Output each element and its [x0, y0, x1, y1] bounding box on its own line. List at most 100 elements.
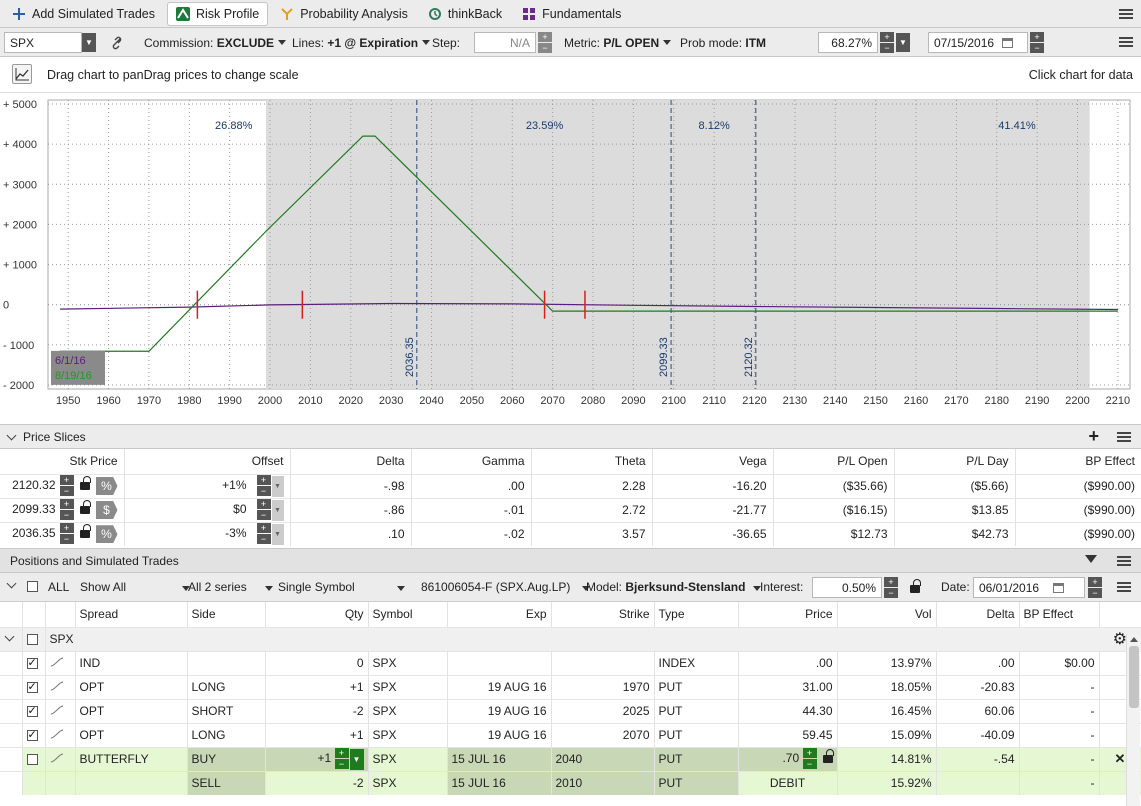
- expand-all-chevron-icon[interactable]: [6, 578, 17, 589]
- lock-icon[interactable]: [79, 524, 91, 539]
- interest-up-button[interactable]: +: [884, 577, 898, 587]
- sim-cell-qty[interactable]: -2: [353, 776, 364, 790]
- sim-curve-icon[interactable]: [45, 770, 76, 795]
- toolbar-menu-icon[interactable]: [1119, 37, 1133, 47]
- interest-down-button[interactable]: −: [884, 588, 898, 598]
- model-date-input[interactable]: 06/01/2016: [973, 577, 1085, 598]
- offset-stepper[interactable]: + −: [256, 523, 271, 545]
- symbol-input[interactable]: SPX: [4, 32, 82, 53]
- tab-fundamentals[interactable]: Fundamentals: [514, 2, 629, 26]
- series-filter[interactable]: All 2 series: [188, 580, 273, 594]
- position-row[interactable]: OPTSHORT-2SPX19 AUG 162025PUT44.3016.45%…: [0, 698, 1141, 723]
- offset-stepper[interactable]: + −: [256, 475, 271, 497]
- model-selector[interactable]: Model: Bjerksund-Stensland: [586, 580, 762, 594]
- price-slice-row[interactable]: 2120.32 + −% +1% + − ▼ -.98.00 2.28 -16.20 ($35.66…: [0, 473, 1141, 498]
- date-up-button[interactable]: +: [1030, 31, 1044, 42]
- tab-probability-analysis[interactable]: Probability Analysis: [272, 2, 416, 26]
- analyze-curve-icon[interactable]: [45, 698, 76, 723]
- collapse-chevron-icon[interactable]: [6, 430, 17, 440]
- sim-cell-type[interactable]: PUT: [654, 770, 739, 795]
- analyze-curve-icon[interactable]: [45, 674, 76, 699]
- stk-stepper[interactable]: + −: [59, 499, 74, 521]
- sim-cell-price[interactable]: DEBIT: [770, 776, 805, 790]
- group-chevron-icon[interactable]: [4, 631, 15, 642]
- scroll-thumb[interactable]: [1128, 646, 1139, 708]
- sim-cell-side[interactable]: SELL: [187, 770, 266, 795]
- show-all-filter[interactable]: Show All: [80, 580, 191, 594]
- row-checkbox[interactable]: [26, 728, 38, 742]
- step-input[interactable]: N/A: [474, 32, 537, 53]
- prob-mode-setting[interactable]: Prob mode: ITM: [680, 32, 835, 53]
- metric-setting[interactable]: Metric: P/L OPEN: [564, 32, 672, 53]
- sim-cell-side[interactable]: BUY: [187, 746, 266, 771]
- collapse-panel-icon[interactable]: [1085, 555, 1097, 563]
- interest-input[interactable]: 0.50%: [812, 577, 882, 598]
- lock-icon[interactable]: [79, 500, 91, 514]
- group-row-spx[interactable]: SPX ⚙: [0, 626, 1141, 651]
- link-icon[interactable]: [110, 32, 124, 53]
- position-row[interactable]: IND0SPXINDEX.0013.97%.00$0.00: [0, 650, 1141, 675]
- sim-cell-price[interactable]: .70: [782, 751, 799, 765]
- percent-down-button[interactable]: −: [880, 42, 894, 53]
- price-slices-menu-icon[interactable]: [1117, 432, 1131, 442]
- sim-cell-strike[interactable]: 2040: [551, 746, 655, 771]
- account-selector[interactable]: 861006054-F (SPX.Aug.LP): [421, 580, 591, 594]
- price-slice-row[interactable]: 2036.35 + −% -3% + − ▼ .10 -.02 3.57 -36.65 $12.73 $…: [0, 521, 1141, 546]
- price-slices-header[interactable]: Price Slices +: [0, 424, 1141, 449]
- tab-risk-profile[interactable]: Risk Profile: [167, 1, 269, 26]
- row-checkbox[interactable]: [26, 680, 38, 694]
- risk-profile-chart[interactable]: 1950 1960 1970 1980 1990 2000 2010 2020 2030 2040…: [0, 93, 1141, 413]
- date-input[interactable]: 07/15/2016: [928, 32, 1028, 53]
- price-slice-row[interactable]: 2099.33 + − $ $0 + − ▼ -.86 -.01 2.72 -21.77 ($16.15…: [0, 497, 1141, 522]
- sim-curve-icon[interactable]: [45, 746, 76, 771]
- lines-setting[interactable]: Lines: +1 @ Expiration: [292, 32, 431, 53]
- add-slice-button[interactable]: +: [1088, 427, 1099, 445]
- interest-lock-icon[interactable]: [910, 579, 921, 593]
- offset-dropdown-icon[interactable]: ▼: [271, 523, 284, 545]
- sim-cell-strike[interactable]: 2010: [551, 770, 655, 795]
- price-stepper[interactable]: + −: [802, 748, 817, 770]
- scroll-up-icon[interactable]: [1129, 637, 1138, 642]
- sim-row-checkbox[interactable]: [26, 754, 38, 766]
- offset-dropdown-icon[interactable]: ▼: [271, 499, 284, 521]
- sim-cell-type[interactable]: PUT: [654, 746, 739, 771]
- percent-up-button[interactable]: +: [880, 31, 894, 42]
- qty-stepper[interactable]: + −: [334, 748, 349, 770]
- row-checkbox[interactable]: [26, 656, 38, 670]
- step-up-button[interactable]: +: [538, 31, 553, 42]
- offset-stepper[interactable]: + −: [256, 499, 271, 521]
- position-row[interactable]: OPTLONG+1SPX19 AUG 162070PUT59.4515.09%-…: [0, 722, 1141, 747]
- commission-setting[interactable]: Commission: EXCLUDE: [144, 32, 287, 53]
- model-calendar-icon[interactable]: [1053, 582, 1065, 593]
- stk-stepper[interactable]: + −: [59, 475, 74, 497]
- offset-unit-tag[interactable]: %: [95, 525, 118, 544]
- symbol-dropdown-icon[interactable]: ▼: [82, 33, 96, 52]
- lock-icon[interactable]: [79, 476, 91, 490]
- offset-unit-tag[interactable]: $: [95, 501, 118, 519]
- offset-dropdown-icon[interactable]: ▼: [271, 475, 284, 497]
- tab-add-simulated-trades[interactable]: Add Simulated Trades: [4, 2, 163, 26]
- analyze-curve-icon[interactable]: [45, 722, 76, 747]
- single-symbol-filter[interactable]: Single Symbol: [278, 580, 405, 594]
- stk-stepper[interactable]: + −: [59, 523, 74, 545]
- step-down-button[interactable]: −: [538, 42, 553, 53]
- position-row[interactable]: OPTLONG+1SPX19 AUG 161970PUT31.0018.05%-…: [0, 674, 1141, 699]
- analyze-curve-icon[interactable]: [45, 650, 76, 675]
- calendar-icon[interactable]: [1002, 37, 1014, 48]
- tab-thinkback[interactable]: thinkBack: [420, 2, 510, 26]
- chart-type-icon[interactable]: [12, 64, 32, 84]
- qty-dropdown-icon[interactable]: ▼: [349, 748, 364, 770]
- positions-scrollbar[interactable]: [1126, 634, 1140, 806]
- row-checkbox[interactable]: [26, 704, 38, 718]
- sim-cell-exp[interactable]: 15 JUL 16: [447, 746, 552, 771]
- simulated-trade-row[interactable]: SELL -2 SPX 15 JUL 16 2010 PUT DEBIT 15.92% -: [0, 770, 1141, 795]
- filter-menu-icon[interactable]: [1117, 582, 1131, 592]
- date-down-button[interactable]: −: [1030, 42, 1044, 53]
- offset-unit-tag[interactable]: %: [95, 477, 118, 495]
- price-lock-icon[interactable]: [822, 749, 834, 763]
- simulated-trade-row[interactable]: BUTTERFLY BUY +1 + − ▼ SPX 15 JUL 16 2040 PUT .70…: [0, 746, 1141, 771]
- sim-cell-exp[interactable]: 15 JUL 16: [447, 770, 552, 795]
- chart-svg[interactable]: 1950 1960 1970 1980 1990 2000 2010 2020 2030 2040…: [0, 93, 1141, 413]
- model-date-up-button[interactable]: +: [1088, 577, 1102, 587]
- tabs-menu-icon[interactable]: [1119, 9, 1133, 19]
